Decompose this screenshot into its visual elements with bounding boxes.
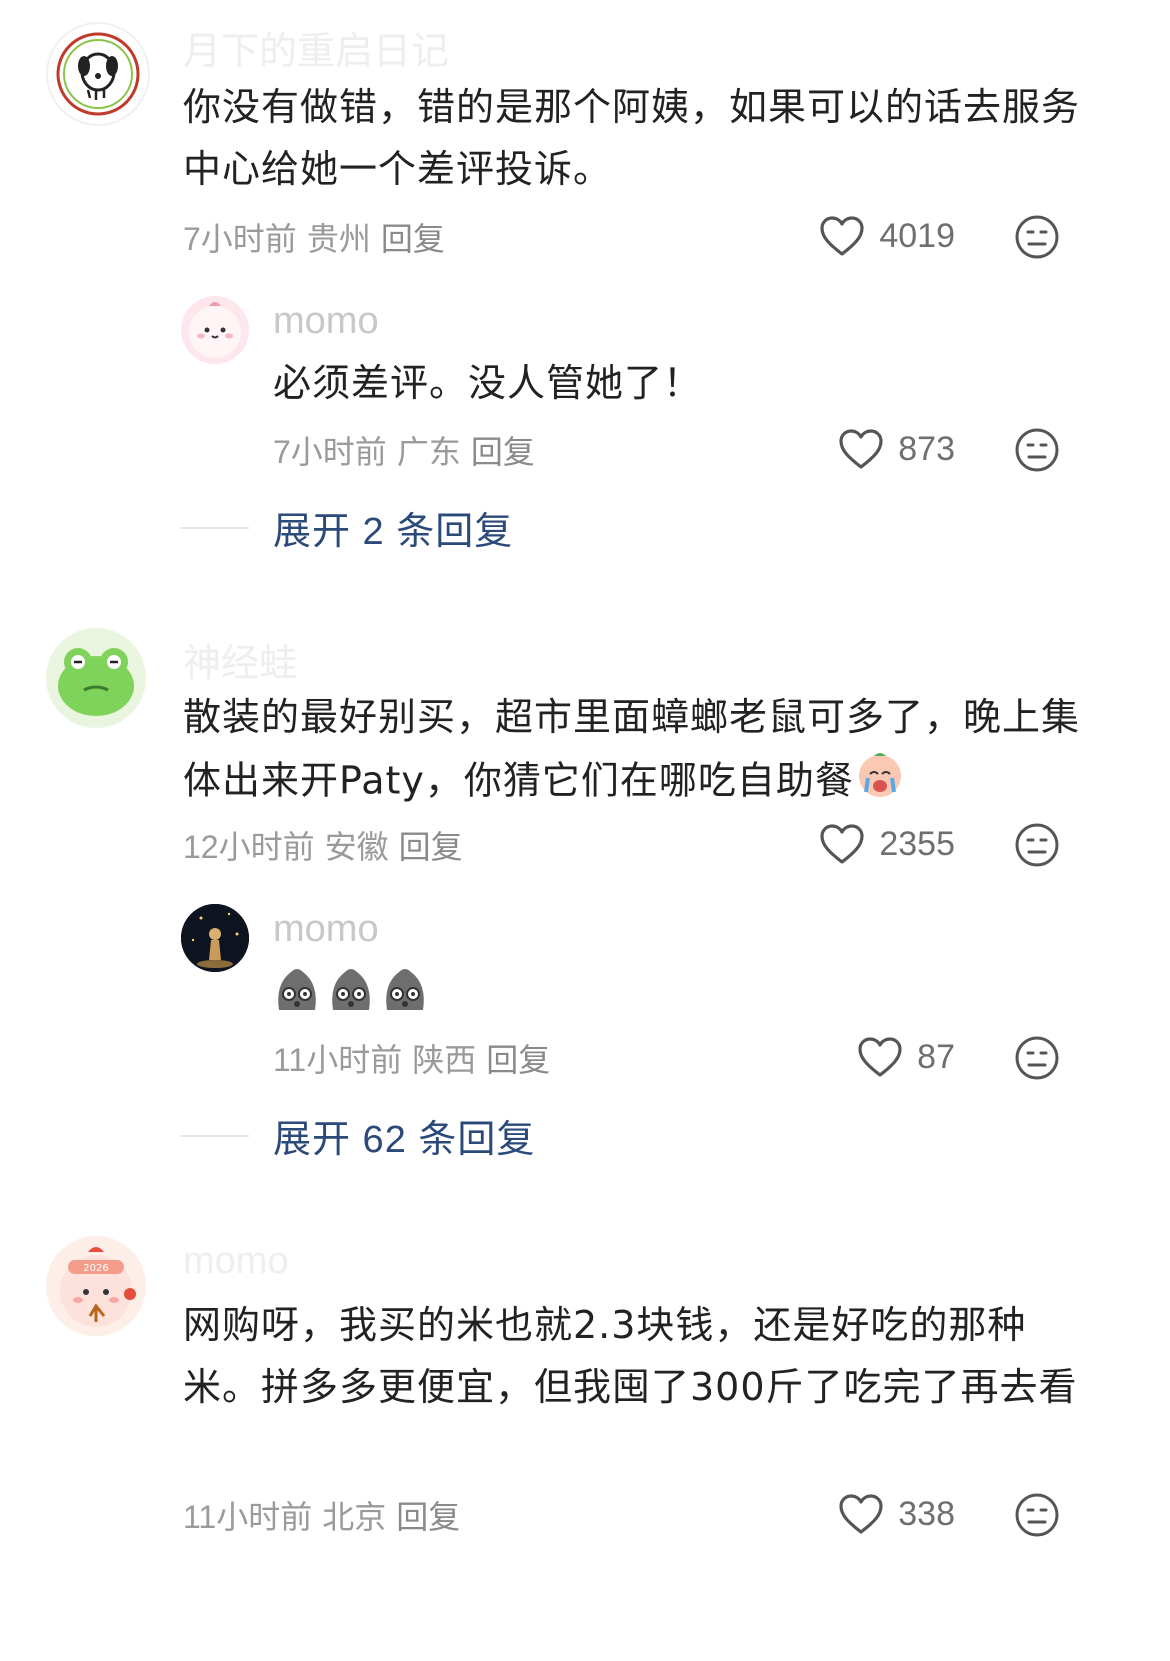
comment-meta: 7小时前 贵州 回复 bbox=[183, 214, 445, 260]
avatar[interactable] bbox=[46, 22, 150, 126]
expand-replies-label: 展开 2 条回复 bbox=[273, 511, 514, 553]
username[interactable]: momo bbox=[183, 1240, 289, 1283]
neutral-face-icon[interactable] bbox=[1014, 1035, 1060, 1081]
shocked-rock-emoji-icon bbox=[327, 964, 375, 1018]
like-count: 338 bbox=[898, 1494, 955, 1533]
like-button[interactable]: 873 bbox=[838, 425, 955, 473]
username[interactable]: 神经蛙 bbox=[183, 632, 297, 687]
avatar[interactable] bbox=[181, 296, 249, 364]
reply-button[interactable]: 回复 bbox=[396, 1499, 460, 1535]
username[interactable]: momo bbox=[273, 300, 379, 343]
like-button[interactable]: 338 bbox=[838, 1490, 955, 1538]
like-count: 2355 bbox=[879, 824, 955, 863]
avatar-badge-text: 2026 bbox=[83, 1263, 108, 1274]
expand-replies-button[interactable]: 展开 62 条回复 bbox=[181, 1108, 535, 1163]
avatar[interactable] bbox=[46, 628, 146, 728]
neutral-face-icon[interactable] bbox=[1014, 427, 1060, 473]
comment-meta: 11小时前 陕西 回复 bbox=[273, 1035, 550, 1081]
heart-outline-icon bbox=[857, 1036, 903, 1078]
comment-meta: 7小时前 广东 回复 bbox=[273, 427, 535, 473]
shocked-rock-emoji-icon bbox=[273, 964, 321, 1018]
neutral-face-icon[interactable] bbox=[1014, 1492, 1060, 1538]
location: 北京 bbox=[322, 1499, 387, 1535]
reply-button[interactable]: 回复 bbox=[486, 1042, 550, 1078]
timestamp: 7小时前 bbox=[183, 221, 297, 257]
divider bbox=[181, 526, 249, 529]
comment-text-body: 散装的最好别买，超市里面蟑螂老鼠可多了，晚上集体出来开Paty，你猜它们在哪吃自… bbox=[183, 695, 1081, 803]
reply-button[interactable]: 回复 bbox=[381, 221, 445, 257]
expand-replies-label: 展开 62 条回复 bbox=[273, 1119, 536, 1161]
timestamp: 12小时前 bbox=[183, 829, 315, 865]
comment-meta: 11小时前 北京 回复 bbox=[183, 1492, 460, 1538]
avatar[interactable]: 2026 bbox=[46, 1236, 146, 1336]
heart-outline-icon bbox=[838, 428, 884, 470]
heart-outline-icon bbox=[838, 1493, 884, 1535]
location: 贵州 bbox=[306, 221, 371, 257]
expand-replies-button[interactable]: 展开 2 条回复 bbox=[181, 500, 513, 555]
neutral-face-icon[interactable] bbox=[1014, 214, 1060, 260]
timestamp: 7小时前 bbox=[273, 434, 387, 470]
heart-outline-icon bbox=[819, 215, 865, 257]
like-count: 873 bbox=[898, 429, 955, 468]
timestamp: 11小时前 bbox=[273, 1042, 403, 1078]
like-button[interactable]: 2355 bbox=[819, 820, 955, 868]
heart-outline-icon bbox=[819, 823, 865, 865]
username[interactable]: momo bbox=[273, 908, 379, 951]
location: 广东 bbox=[396, 434, 461, 470]
like-count: 87 bbox=[917, 1037, 955, 1076]
username[interactable]: 月下的重启日记 bbox=[183, 20, 449, 75]
like-button[interactable]: 4019 bbox=[819, 212, 955, 260]
neutral-face-icon[interactable] bbox=[1014, 822, 1060, 868]
location: 陕西 bbox=[412, 1042, 477, 1078]
like-button[interactable]: 87 bbox=[857, 1033, 955, 1081]
comment-meta: 12小时前 安徽 回复 bbox=[183, 822, 463, 868]
timestamp: 11小时前 bbox=[183, 1499, 313, 1535]
comment-text: 必须差评。没人管她了！ bbox=[273, 361, 703, 405]
divider bbox=[181, 1134, 249, 1137]
shocked-rock-emoji-icon bbox=[381, 964, 429, 1018]
location: 安徽 bbox=[324, 829, 389, 865]
reply-emoji-row bbox=[273, 964, 429, 1018]
comment-text: 网购呀，我买的米也就2.3块钱，还是好吃的那种米。拼多多更便宜，但我囤了300斤… bbox=[183, 1303, 1078, 1409]
like-count: 4019 bbox=[879, 216, 955, 255]
avatar[interactable] bbox=[181, 904, 249, 972]
reply-button[interactable]: 回复 bbox=[471, 434, 535, 470]
comment-text: 你没有做错，错的是那个阿姨，如果可以的话去服务中心给她一个差评投诉。 bbox=[183, 85, 1081, 191]
comment-text: 散装的最好别买，超市里面蟑螂老鼠可多了，晚上集体出来开Paty，你猜它们在哪吃自… bbox=[183, 686, 1086, 818]
reply-button[interactable]: 回复 bbox=[399, 829, 463, 865]
crying-face-emoji-icon bbox=[854, 748, 906, 818]
